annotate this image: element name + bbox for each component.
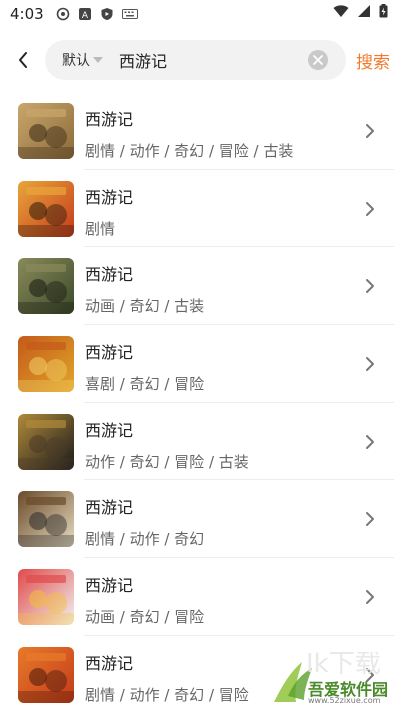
sync-icon <box>56 7 69 21</box>
sort-filter-dropdown[interactable]: 默认 <box>62 50 103 70</box>
search-input[interactable] <box>119 50 304 70</box>
battery-icon <box>379 4 388 18</box>
search-results-list: 西游记 剧情 / 动作 / 奇幻 / 冒险 / 古装 西游记 剧情 西游记 动画 / 奇幻… <box>0 92 400 710</box>
list-item[interactable]: 西游记剧情 / 动作 / 奇幻 <box>0 480 400 558</box>
svg-text:A: A <box>82 11 89 21</box>
item-title: 西游记 <box>85 498 134 518</box>
item-genres: 剧情 / 动作 / 奇幻 / 冒险 <box>85 685 249 704</box>
search-header: 默认 搜索 <box>0 40 400 82</box>
svg-text:Ik下载: Ik下载 <box>306 652 381 679</box>
list-item[interactable]: 西游记动画 / 奇幻 / 冒险 <box>0 558 400 636</box>
back-arrow-icon <box>19 52 27 68</box>
chevron-right-icon <box>366 201 374 216</box>
item-title: 西游记 <box>85 576 134 596</box>
watermark-url: www.52zixue.com <box>308 696 381 705</box>
item-title: 西游记 <box>85 420 134 440</box>
search-box: 默认 <box>45 40 346 80</box>
shield-icon <box>101 8 113 20</box>
list-item[interactable]: 西游记 剧情 <box>0 170 400 248</box>
item-genres: 剧情 / 动作 / 奇幻 / 冒险 / 古装 <box>85 142 294 160</box>
sort-filter-label: 默认 <box>62 53 90 69</box>
status-left-icons: A <box>56 7 138 21</box>
poster-thumbnail <box>18 413 74 470</box>
chevron-right-icon <box>366 357 374 372</box>
item-genres: 剧情 <box>85 219 116 238</box>
status-right-icons <box>333 4 388 18</box>
item-genres: 剧情 / 动作 / 奇幻 <box>85 530 205 549</box>
item-genres: 动画 / 奇幻 / 古装 <box>85 297 205 316</box>
keyboard-icon <box>121 9 138 19</box>
chevron-right-icon <box>366 124 374 138</box>
item-genres: 动画 / 奇幻 / 冒险 <box>85 608 205 627</box>
a-icon: A <box>78 8 91 21</box>
poster-thumbnail <box>18 569 74 626</box>
status-bar: 4:03 A <box>0 0 400 28</box>
item-title: 西游记 <box>85 343 134 363</box>
chevron-right-icon <box>366 279 374 294</box>
list-item[interactable]: 西游记剧情 / 动作 / 奇幻 / 冒险 / 古装 <box>0 92 400 170</box>
chevron-right-icon <box>366 434 374 449</box>
wifi-icon <box>333 5 349 17</box>
signal-icon <box>358 5 370 17</box>
poster-thumbnail <box>18 103 74 159</box>
poster-thumbnail <box>18 491 74 548</box>
item-title: 西游记 <box>85 187 134 207</box>
close-icon <box>313 55 323 65</box>
clear-search-button[interactable] <box>308 50 328 70</box>
watermark-logo: Ik下载 吾爱软件园 www.52zixue.com <box>268 649 398 708</box>
list-item[interactable]: 西游记动画 / 奇幻 / 古装 <box>0 247 400 325</box>
poster-thumbnail <box>18 180 74 237</box>
back-button[interactable] <box>12 48 36 72</box>
status-time: 4:03 <box>10 5 44 23</box>
poster-thumbnail <box>18 646 74 703</box>
poster-thumbnail <box>18 336 74 393</box>
item-title: 西游记 <box>85 653 134 673</box>
chevron-right-icon <box>366 590 374 605</box>
list-item[interactable]: 西游记动作 / 奇幻 / 冒险 / 古装 <box>0 403 400 481</box>
list-item[interactable]: 西游记喜剧 / 奇幻 / 冒险 <box>0 325 400 403</box>
poster-thumbnail <box>18 258 74 315</box>
item-title: 西游记 <box>85 110 134 129</box>
chevron-right-icon <box>366 512 374 527</box>
search-button[interactable]: 搜索 <box>356 48 390 73</box>
item-title: 西游记 <box>85 265 134 285</box>
dropdown-triangle-icon <box>93 57 103 63</box>
item-genres: 动作 / 奇幻 / 冒险 / 古装 <box>85 452 249 471</box>
item-genres: 喜剧 / 奇幻 / 冒险 <box>85 375 205 394</box>
